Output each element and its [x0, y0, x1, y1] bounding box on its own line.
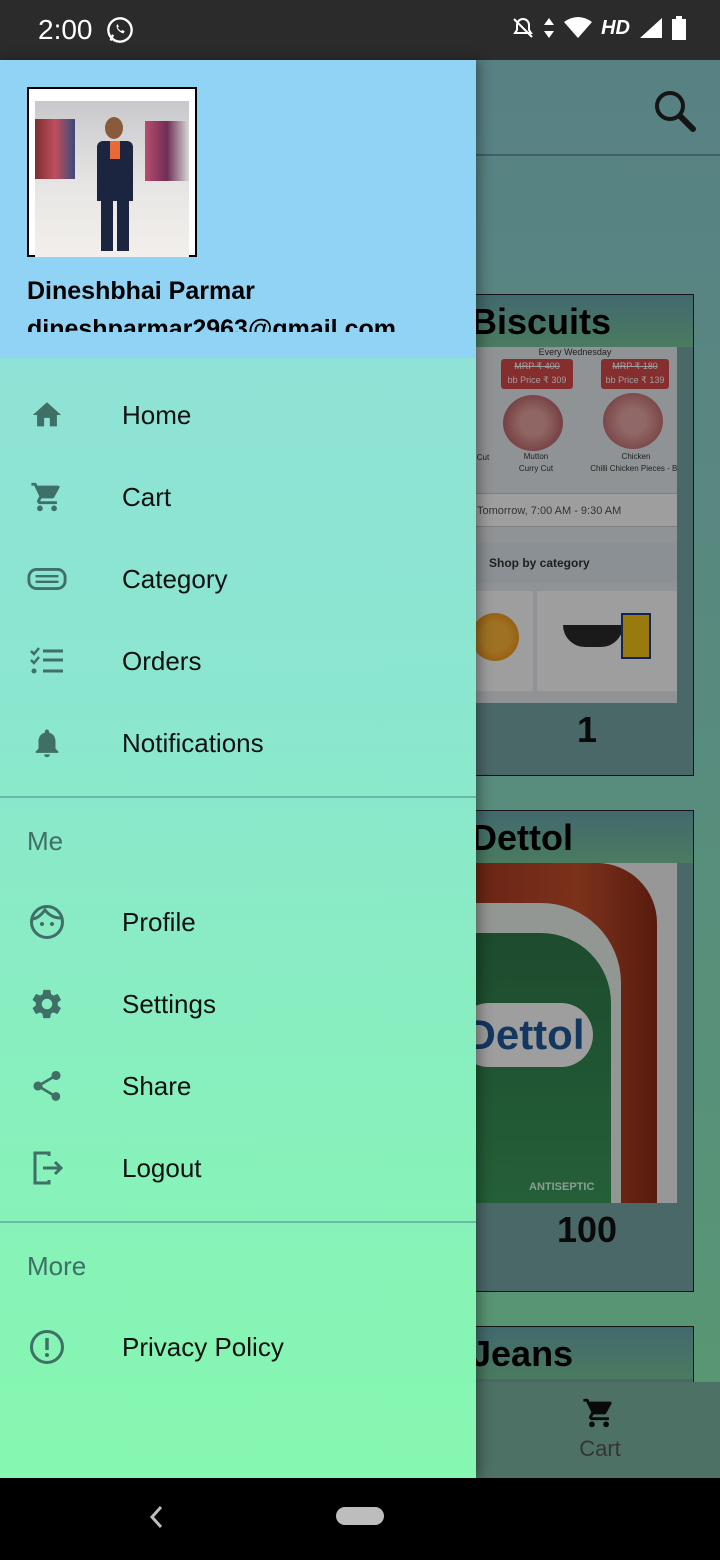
menu-item-category[interactable]: Category — [0, 538, 476, 620]
menu-item-label: Logout — [122, 1152, 202, 1183]
data-arrows-icon — [544, 18, 555, 38]
menu-item-orders[interactable]: Orders — [0, 620, 476, 702]
menu-item-label: Share — [122, 1070, 192, 1101]
menu-item-notifications[interactable]: Notifications — [0, 702, 476, 784]
photo-leg — [101, 199, 113, 251]
system-navigation-bar — [0, 1478, 720, 1560]
wifi-icon — [564, 17, 593, 38]
gear-icon — [27, 984, 67, 1024]
menu-item-label: Notifications — [122, 727, 264, 758]
menu-item-home[interactable]: Home — [0, 374, 476, 456]
home-pill-button[interactable] — [336, 1507, 384, 1525]
user-name: Dineshbhai Parmar — [27, 277, 255, 305]
photo-bg-clothes — [35, 119, 75, 179]
photo-leg — [117, 199, 129, 251]
signal-icon — [640, 18, 662, 38]
whatsapp-icon — [107, 17, 133, 43]
cart-icon — [27, 477, 67, 517]
menu-item-cart[interactable]: Cart — [0, 456, 476, 538]
bell-icon — [27, 723, 67, 763]
menu-item-label: Settings — [122, 988, 216, 1019]
menu-item-settings[interactable]: Settings — [0, 963, 476, 1045]
menu-item-label: Home — [122, 399, 192, 430]
menu-item-profile[interactable]: Profile — [0, 881, 476, 963]
divider — [0, 1221, 476, 1223]
menu-item-label: Privacy Policy — [122, 1331, 284, 1362]
menu-item-label: Orders — [122, 645, 202, 676]
photo-shirt — [110, 141, 120, 159]
divider — [0, 796, 476, 798]
menu-item-label: Category — [122, 563, 228, 594]
menu-item-label: Profile — [122, 906, 196, 937]
user-email: dineshparmar2963@gmail.com — [27, 315, 396, 332]
section-heading-more: More — [27, 1251, 87, 1281]
drawer-header: Dineshbhai Parmar dineshparmar2963@gmail… — [0, 60, 476, 358]
back-icon[interactable] — [148, 1504, 164, 1530]
profile-photo — [35, 101, 189, 257]
navigation-drawer: Dineshbhai Parmar dineshparmar2963@gmail… — [0, 60, 476, 1478]
photo-head — [105, 117, 123, 139]
section-heading-me: Me — [27, 826, 64, 856]
menu-item-label: Cart — [122, 481, 172, 512]
home-icon — [27, 395, 67, 435]
battery-icon — [672, 16, 686, 40]
status-bar: 2:00 HD — [0, 0, 720, 60]
orders-icon — [27, 641, 67, 681]
menu-item-logout[interactable]: Logout — [0, 1127, 476, 1209]
category-icon — [27, 559, 67, 599]
face-icon — [27, 902, 67, 942]
status-time: 2:00 — [38, 14, 93, 45]
photo-bg-clothes — [145, 121, 189, 181]
avatar[interactable] — [27, 87, 197, 257]
info-icon — [27, 1327, 67, 1367]
mute-icon — [513, 17, 533, 38]
menu-item-share[interactable]: Share — [0, 1045, 476, 1127]
menu-item-privacy-policy[interactable]: Privacy Policy — [0, 1306, 476, 1388]
share-icon — [27, 1066, 67, 1106]
logout-icon — [27, 1148, 67, 1188]
status-icons: HD — [511, 16, 686, 40]
network-type-label: HD — [601, 16, 630, 39]
